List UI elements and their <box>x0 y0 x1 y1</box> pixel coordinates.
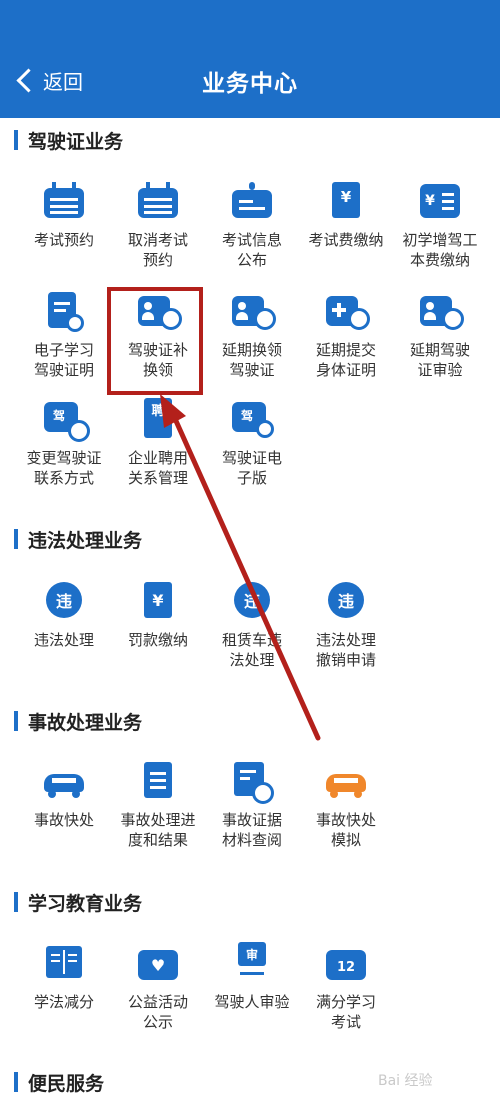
calendar-icon <box>44 180 84 220</box>
service-accident-evidence[interactable]: 事故证据 材料查阅 <box>202 760 302 850</box>
service-fine-payment[interactable]: ¥ 罚款缴纳 <box>108 580 208 650</box>
section-title-violation: 违法处理业务 <box>14 525 142 553</box>
service-accident-simulation[interactable]: 事故快处 模拟 <box>296 760 396 850</box>
service-employment[interactable]: 聘 企业聘用 关系管理 <box>108 398 208 488</box>
section-title-education: 学习教育业务 <box>14 888 142 916</box>
health-clock-icon <box>326 290 370 330</box>
license-check-icon <box>420 290 464 330</box>
employment-icon: 聘 <box>138 398 178 438</box>
service-exam-info[interactable]: 考试信息 公布 <box>202 180 302 270</box>
app-header: 返回 业务中心 <box>0 0 500 118</box>
service-cancel-exam[interactable]: 取消考试 预约 <box>108 180 208 270</box>
license-clock-icon <box>232 290 276 330</box>
calendar-cancel-icon <box>138 180 178 220</box>
fine-receipt-icon: ¥ <box>138 580 178 620</box>
car-accident-sim-icon <box>326 760 366 800</box>
service-accident-fast[interactable]: 事故快处 <box>14 760 114 830</box>
section-title-accident: 事故处理业务 <box>14 707 142 735</box>
notice-board-icon <box>232 180 272 220</box>
service-accident-progress[interactable]: 事故处理进 度和结果 <box>108 760 208 850</box>
service-exam-fee[interactable]: ¥ 考试费缴纳 <box>296 180 396 250</box>
section-title-license: 驾驶证业务 <box>14 126 123 154</box>
service-charity-notice[interactable]: ♥ 公益活动 公示 <box>108 942 208 1032</box>
license-phone-icon: 驾 <box>44 398 90 442</box>
service-full-score-exam[interactable]: 12 满分学习 考试 <box>296 942 396 1032</box>
receipt-yuan-icon: ¥ <box>326 180 366 220</box>
clipboard-icon <box>138 760 178 800</box>
service-delay-review[interactable]: 延期驾驶 证审验 <box>390 290 490 380</box>
violation-revoke-icon: 违 <box>326 580 366 620</box>
service-rental-violation[interactable]: 违 租赁车违 法处理 <box>202 580 302 670</box>
watermark: Bai 经验 <box>378 1073 433 1089</box>
driver-review-icon: 审 <box>232 942 272 982</box>
book-icon <box>44 942 84 982</box>
service-e-learning-proof[interactable]: 电子学习 驾驶证明 <box>14 290 114 380</box>
service-exam-booking[interactable]: 考试预约 <box>14 180 114 250</box>
service-delay-health-proof[interactable]: 延期提交 身体证明 <box>296 290 396 380</box>
evidence-search-icon <box>232 760 274 804</box>
e-license-icon: 驾 <box>232 398 274 438</box>
yuan-list-icon: ¥ <box>420 180 460 220</box>
service-violation-revoke[interactable]: 违 违法处理 撤销申请 <box>296 580 396 670</box>
service-study-deduct[interactable]: 学法减分 <box>14 942 114 1012</box>
service-learner-fee[interactable]: ¥ 初学增驾工 本费缴纳 <box>390 180 490 270</box>
e-certificate-icon <box>44 290 84 332</box>
rental-violation-icon: 违 <box>232 580 272 620</box>
service-violation-handling[interactable]: 违 违法处理 <box>14 580 114 650</box>
highlight-box <box>107 287 203 395</box>
car-accident-icon <box>44 760 84 800</box>
page-title: 业务中心 <box>202 71 298 97</box>
service-change-contact[interactable]: 驾 变更驾驶证 联系方式 <box>14 398 114 488</box>
charity-heart-icon: ♥ <box>138 942 178 982</box>
service-delay-renew[interactable]: 延期换领 驾驶证 <box>202 290 302 380</box>
section-title-convenience: 便民服务 <box>14 1068 104 1096</box>
service-driver-review[interactable]: 审 驾驶人审验 <box>202 942 302 1012</box>
service-e-license[interactable]: 驾 驾驶证电 子版 <box>202 398 302 488</box>
calendar-12-icon: 12 <box>326 942 366 982</box>
violation-search-icon: 违 <box>44 580 84 620</box>
